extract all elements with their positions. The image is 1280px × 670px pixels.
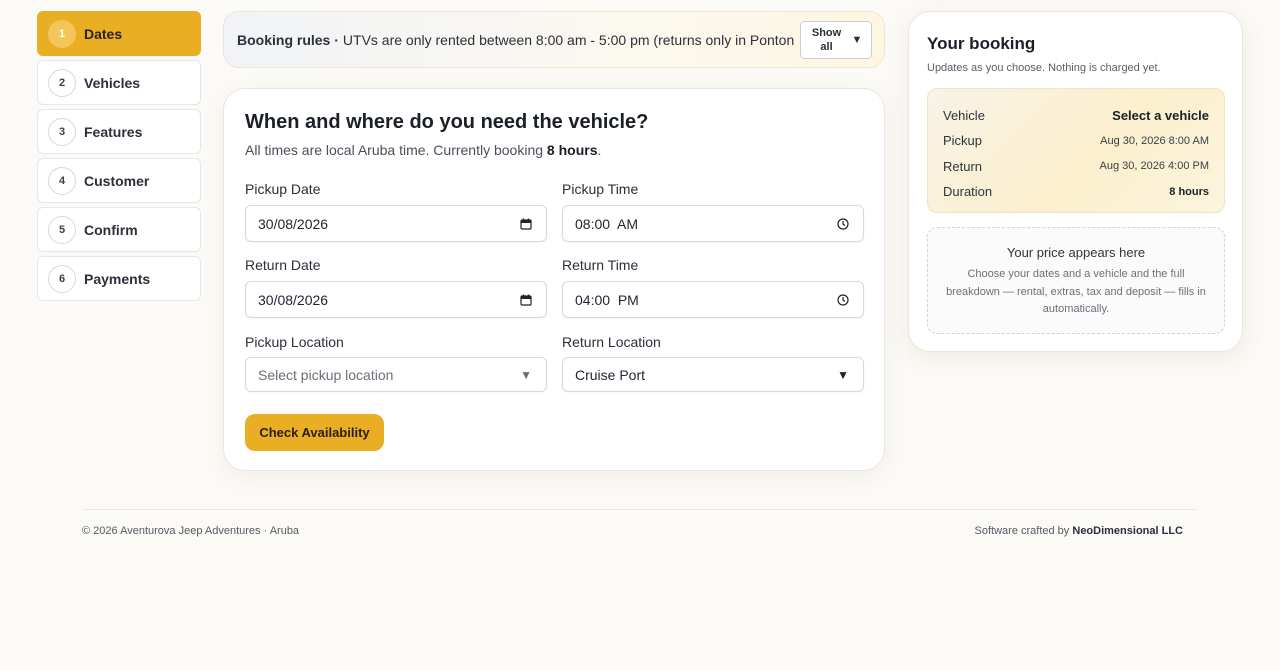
- price-description: Choose your dates and a vehicle and the …: [946, 268, 1206, 315]
- summary-value: 8 hours: [1169, 185, 1209, 198]
- summary-value: Select a vehicle: [1112, 108, 1209, 124]
- chevron-down-icon: ▼: [520, 367, 532, 382]
- summary-key: Pickup: [943, 133, 983, 149]
- summary-value: Aug 30, 2026 4:00 PM: [1099, 160, 1209, 173]
- booking-hint: Updates as you choose. Nothing is charge…: [927, 62, 1161, 74]
- booking-rules-banner: Booking rules · UTVs are only rented bet…: [223, 11, 885, 68]
- calendar-icon: [520, 218, 532, 230]
- show-all-rules-button[interactable]: Show all ▼: [800, 21, 872, 59]
- clock-icon: [837, 293, 849, 306]
- return-location-value: Cruise Port: [575, 366, 646, 383]
- pickup-location-placeholder: Select pickup location: [258, 366, 394, 383]
- chevron-down-icon: ▼: [851, 34, 863, 46]
- step-number: 3: [48, 117, 76, 146]
- step-label: Customer: [84, 172, 150, 189]
- return-date-value: 30/08/2026: [258, 291, 329, 308]
- summary-key: Return: [943, 158, 983, 174]
- footer-credit-brand[interactable]: NeoDimensional LLC: [1072, 525, 1183, 537]
- calendar-icon: [520, 294, 532, 306]
- pickup-time-input[interactable]: 08:00 AM: [562, 205, 864, 242]
- pickup-time-label: Pickup Time: [562, 181, 639, 197]
- subtitle-text: All times are local Aruba time. Currentl…: [245, 142, 544, 158]
- step-number: 4: [48, 166, 76, 195]
- chevron-down-icon: ▼: [837, 367, 849, 382]
- return-date-input[interactable]: 30/08/2026: [245, 281, 547, 318]
- step-customer[interactable]: 4 Customer: [37, 158, 201, 203]
- step-dates[interactable]: 1 Dates: [37, 11, 201, 56]
- footer-credit-prefix: Software crafted by: [974, 525, 1070, 537]
- rules-text: UTVs are only rented between 8:00 am - 5…: [342, 31, 813, 48]
- footer-credit: Software crafted by NeoDimensional LLC: [975, 525, 1183, 537]
- summary-key: Duration: [943, 184, 993, 200]
- return-location-select[interactable]: Cruise Port ▼: [562, 357, 864, 392]
- step-vehicles[interactable]: 2 Vehicles: [37, 60, 201, 105]
- pickup-date-value: 30/08/2026: [258, 215, 329, 232]
- form-heading: When and where do you need the vehicle?: [245, 111, 649, 133]
- step-label: Features: [84, 123, 143, 140]
- booking-summary-box: Vehicle Select a vehicle Pickup Aug 30, …: [927, 88, 1225, 213]
- step-label: Vehicles: [84, 74, 141, 91]
- return-date-label: Return Date: [245, 257, 321, 273]
- summary-row-vehicle: Vehicle Select a vehicle: [943, 103, 1209, 128]
- pickup-time-value: 08:00 AM: [575, 215, 639, 232]
- price-title: Your price appears here: [1006, 245, 1146, 260]
- summary-row-return: Return Aug 30, 2026 4:00 PM: [943, 154, 1209, 179]
- step-features[interactable]: 3 Features: [37, 109, 201, 154]
- subtitle-suffix: .: [597, 142, 602, 158]
- pickup-date-input[interactable]: 30/08/2026: [245, 205, 547, 242]
- return-location-label: Return Location: [562, 334, 661, 350]
- step-label: Confirm: [84, 221, 138, 238]
- check-availability-button[interactable]: Check Availability: [245, 414, 384, 451]
- step-label: Payments: [84, 270, 151, 287]
- clock-icon: [837, 217, 849, 230]
- steps-sidebar: 1 Dates 2 Vehicles 3 Features 4 Customer…: [37, 11, 201, 305]
- booking-title: Your booking: [927, 34, 1036, 53]
- summary-row-pickup: Pickup Aug 30, 2026 8:00 AM: [943, 128, 1209, 153]
- booking-hours: 8 hours: [546, 142, 598, 158]
- price-placeholder-box: Your price appears here Choose your date…: [927, 227, 1225, 334]
- rules-title: Booking rules ·: [237, 31, 339, 48]
- pickup-location-label: Pickup Location: [245, 334, 344, 350]
- step-payments[interactable]: 6 Payments: [37, 256, 201, 301]
- step-number: 1: [48, 19, 76, 48]
- step-number: 2: [48, 68, 76, 97]
- pickup-location-select[interactable]: Select pickup location ▼: [245, 357, 547, 392]
- summary-value: Aug 30, 2026 8:00 AM: [1100, 134, 1209, 147]
- footer-divider: [82, 509, 1198, 510]
- summary-row-duration: Duration 8 hours: [943, 179, 1209, 204]
- return-time-input[interactable]: 04:00 PM: [562, 281, 864, 318]
- booking-summary-panel: Your booking Updates as you choose. Noth…: [908, 11, 1243, 352]
- form-subtitle: All times are local Aruba time. Currentl…: [245, 142, 863, 158]
- return-time-value: 04:00 PM: [575, 291, 639, 308]
- step-confirm[interactable]: 5 Confirm: [37, 207, 201, 252]
- step-label: Dates: [84, 25, 123, 42]
- show-all-label: Show all: [811, 27, 842, 53]
- footer-copyright: © 2026 Aventurova Jeep Adventures · Arub…: [82, 525, 300, 537]
- return-time-label: Return Time: [562, 257, 639, 273]
- dates-form-card: When and where do you need the vehicle? …: [223, 88, 885, 471]
- step-number: 6: [48, 264, 76, 293]
- step-number: 5: [48, 215, 76, 244]
- pickup-date-label: Pickup Date: [245, 181, 321, 197]
- summary-key: Vehicle: [943, 108, 985, 124]
